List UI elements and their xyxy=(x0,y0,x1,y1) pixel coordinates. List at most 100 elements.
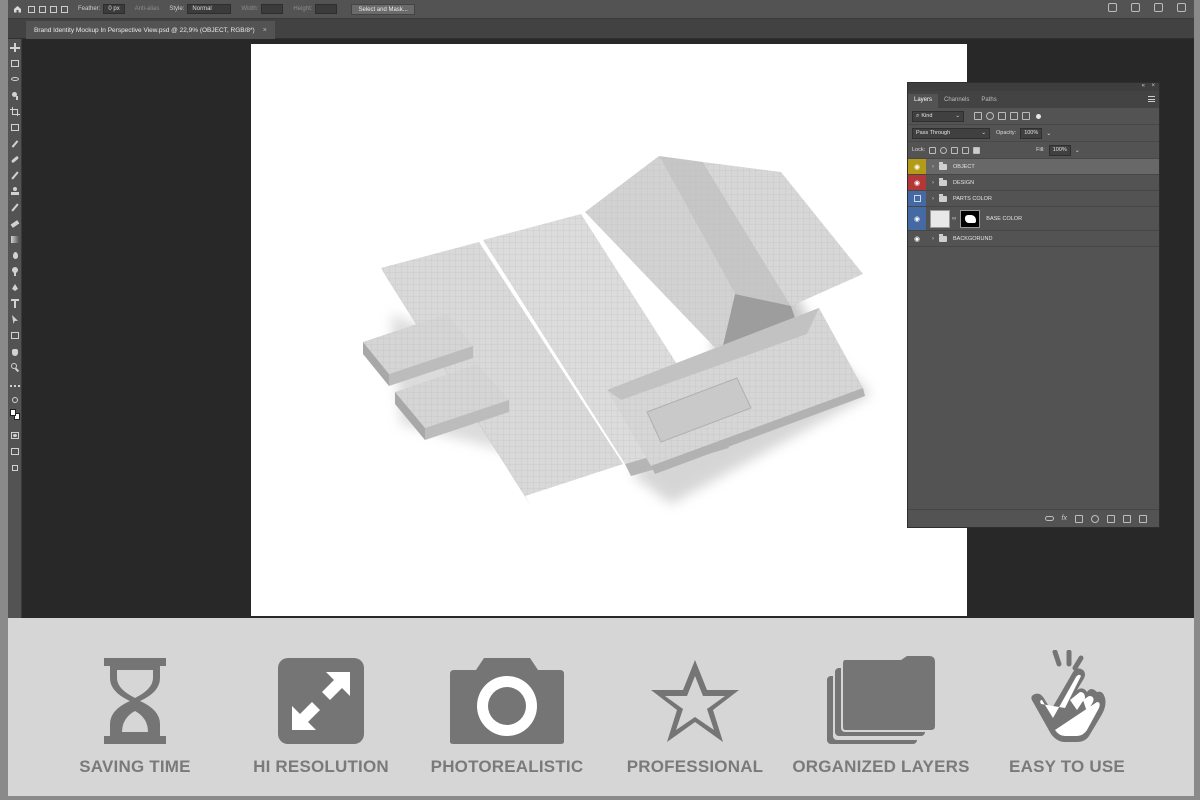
rectangle-tool-icon[interactable] xyxy=(10,331,20,340)
pixel-filter-icon[interactable] xyxy=(974,112,982,120)
link-icon[interactable]: ∞ xyxy=(952,216,956,222)
chevron-right-icon[interactable]: › xyxy=(929,180,937,186)
layer-row-base-color[interactable]: ◉ ∞ BASE COLOR xyxy=(908,207,1159,231)
height-input[interactable] xyxy=(315,4,338,14)
add-mask-icon[interactable] xyxy=(1075,514,1083,523)
adjustment-layer-icon[interactable] xyxy=(1091,514,1099,523)
eyedropper-tool-icon[interactable] xyxy=(10,139,20,148)
blend-mode-value: Pass Through xyxy=(916,130,951,136)
lock-position-icon[interactable] xyxy=(951,146,959,154)
feather-input[interactable]: 0 px xyxy=(103,4,125,14)
eraser-tool-icon[interactable] xyxy=(10,219,20,228)
clone-stamp-tool-icon[interactable] xyxy=(10,187,20,196)
tab-channels[interactable]: Channels xyxy=(938,94,975,108)
artboard-tool-icon[interactable] xyxy=(10,463,20,472)
kind-filter-select[interactable]: ⌕ Kind ⌄ xyxy=(912,110,964,122)
new-group-icon[interactable] xyxy=(1107,514,1115,523)
workspace-icon[interactable] xyxy=(1154,3,1163,12)
trash-icon[interactable] xyxy=(1139,514,1147,523)
chevron-right-icon[interactable]: › xyxy=(929,164,937,170)
chevron-right-icon[interactable]: › xyxy=(929,196,937,202)
screen-mode-icon[interactable] xyxy=(10,447,20,456)
type-filter-icon[interactable] xyxy=(998,112,1006,120)
move-tool-icon[interactable] xyxy=(10,43,20,52)
filter-row: ⌕ Kind ⌄ xyxy=(908,108,1159,125)
fx-icon[interactable]: fx xyxy=(1062,515,1067,522)
type-tool-icon[interactable] xyxy=(10,299,20,308)
subtract-selection-icon[interactable] xyxy=(61,5,68,13)
link-layers-icon[interactable] xyxy=(1044,516,1054,521)
lock-transparency-icon[interactable] xyxy=(929,146,937,154)
new-selection-icon[interactable] xyxy=(39,5,46,13)
camera-icon xyxy=(450,658,564,744)
lock-pixels-icon[interactable] xyxy=(940,146,948,154)
fill-chevron-icon[interactable]: ⌄ xyxy=(1075,147,1080,154)
add-selection-icon[interactable] xyxy=(50,5,57,13)
collapse-panel-icon[interactable]: « xyxy=(1142,83,1145,90)
document-tab[interactable]: Brand Identity Mockup In Perspective Vie… xyxy=(26,21,275,39)
layer-name: BASE COLOR xyxy=(986,215,1023,222)
lasso-tool-icon[interactable] xyxy=(10,75,20,84)
layer-row-design[interactable]: ◉ › DESIGN xyxy=(908,175,1159,191)
panel-menu-icon[interactable] xyxy=(1148,96,1155,102)
visibility-eye-icon[interactable]: ◉ xyxy=(908,175,926,190)
zoom-tool-icon[interactable] xyxy=(10,363,20,373)
visibility-eye-icon[interactable]: ◉ xyxy=(908,207,926,230)
blend-mode-select[interactable]: Pass Through ⌄ xyxy=(912,127,990,139)
new-layer-icon[interactable] xyxy=(1123,514,1131,523)
visibility-eye-icon[interactable]: ◉ xyxy=(908,231,926,246)
antialias-checkbox[interactable]: Anti-alias xyxy=(135,6,160,12)
pen-tool-icon[interactable] xyxy=(10,283,20,292)
home-icon[interactable] xyxy=(10,2,24,16)
blur-tool-icon[interactable] xyxy=(10,251,20,260)
marquee-tool-icon[interactable] xyxy=(10,59,20,68)
layer-row-object[interactable]: ◉ › OBJECT xyxy=(908,159,1159,175)
fill-label: Fill: xyxy=(1036,147,1045,153)
visibility-eye-icon[interactable]: ◉ xyxy=(908,159,926,174)
crop-tool-icon[interactable] xyxy=(10,107,20,116)
more-tools-icon[interactable] xyxy=(10,381,20,390)
document-canvas[interactable] xyxy=(251,44,967,616)
opacity-value: 100% xyxy=(1024,130,1039,136)
quick-mask-icon[interactable] xyxy=(10,431,20,440)
feature-label: HI RESOLUTION xyxy=(253,757,389,776)
close-tab-icon[interactable]: × xyxy=(263,27,267,34)
frame-tool-icon[interactable] xyxy=(10,123,20,132)
opacity-chevron-icon[interactable]: ⌄ xyxy=(1046,130,1051,137)
share-icon[interactable] xyxy=(1108,3,1117,12)
filter-toggle-icon[interactable] xyxy=(1036,113,1041,119)
expand-arrows-icon xyxy=(278,658,364,744)
hand-tool-icon[interactable] xyxy=(10,347,20,356)
marquee-preset-icon[interactable] xyxy=(28,5,35,13)
style-select[interactable]: Normal xyxy=(187,4,232,14)
tab-layers[interactable]: Layers xyxy=(908,94,939,108)
history-brush-tool-icon[interactable] xyxy=(10,203,20,212)
layer-row-parts-color[interactable]: › PARTS COLOR xyxy=(908,191,1159,207)
quick-select-tool-icon[interactable] xyxy=(10,91,20,100)
fill-input[interactable]: 100% xyxy=(1048,144,1071,156)
layer-name: PARTS COLOR xyxy=(953,195,992,202)
shape-filter-icon[interactable] xyxy=(1010,112,1018,120)
select-and-mask-button[interactable]: Select and Mask... xyxy=(351,3,415,15)
layer-row-background[interactable]: ◉ › BACKGORUND xyxy=(908,231,1159,247)
swap-colors-icon[interactable] xyxy=(10,395,20,404)
path-select-tool-icon[interactable] xyxy=(10,315,20,324)
brush-tool-icon[interactable] xyxy=(10,171,20,180)
smart-object-filter-icon[interactable] xyxy=(1022,112,1030,120)
search-icon[interactable] xyxy=(1131,3,1140,12)
chevron-right-icon[interactable]: › xyxy=(929,236,937,242)
dodge-tool-icon[interactable] xyxy=(10,267,20,276)
close-panel-icon[interactable]: × xyxy=(1151,83,1155,90)
color-swatches[interactable] xyxy=(10,407,20,423)
lock-artboard-icon[interactable] xyxy=(962,146,970,154)
tab-paths[interactable]: Paths xyxy=(975,94,1002,108)
adjustment-filter-icon[interactable] xyxy=(986,112,994,120)
opacity-input[interactable]: 100% xyxy=(1020,127,1043,139)
gradient-tool-icon[interactable] xyxy=(10,235,20,244)
lock-all-icon[interactable] xyxy=(973,146,981,154)
layer-mask-thumbnail[interactable] xyxy=(960,209,981,228)
width-input[interactable] xyxy=(261,4,284,14)
healing-brush-tool-icon[interactable] xyxy=(10,155,20,164)
discover-icon[interactable] xyxy=(1177,3,1186,12)
visibility-eye-icon[interactable] xyxy=(908,191,926,206)
